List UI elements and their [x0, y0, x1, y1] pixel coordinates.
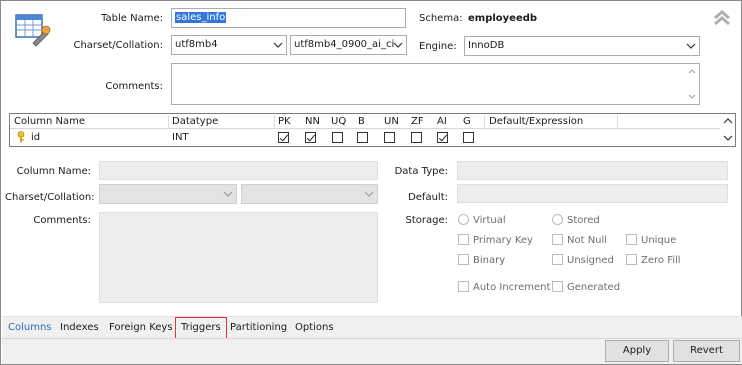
row-datatype: INT — [172, 132, 189, 143]
header-column-name: Column Name — [14, 116, 85, 127]
un-checkbox[interactable] — [384, 132, 395, 143]
header-default-expression: Default/Expression — [489, 116, 584, 127]
zero-fill-checkbox[interactable] — [626, 254, 637, 265]
header-g: G — [463, 116, 471, 127]
columns-grid[interactable]: Column Name Datatype PK NN UQ B UN ZF AI… — [9, 113, 736, 147]
table-name-value: sales_info — [175, 12, 227, 23]
engine-value: InnoDB — [468, 40, 505, 51]
table-name-label: Table Name: — [101, 13, 163, 24]
column-charset-label: Charset/Collation: — [5, 192, 95, 203]
auto-increment-label: Auto Increment — [473, 282, 551, 293]
column-comments-label: Comments: — [33, 215, 91, 226]
header-divider — [617, 115, 618, 128]
collation-value: utf8mb4_0900_ai_ci — [294, 39, 395, 50]
zero-fill-label: Zero Fill — [641, 255, 681, 266]
storage-label: Storage: — [405, 215, 449, 226]
header-un: UN — [384, 116, 399, 127]
uq-checkbox[interactable] — [332, 132, 343, 143]
nn-checkbox[interactable] — [305, 132, 316, 143]
column-comments-textarea[interactable] — [99, 212, 378, 303]
collation-select[interactable]: utf8mb4_0900_ai_ci — [290, 35, 407, 55]
revert-button[interactable]: Revert — [673, 340, 740, 362]
generated-label: Generated — [567, 282, 621, 293]
b-checkbox[interactable] — [357, 132, 368, 143]
primary-key-icon — [16, 131, 26, 143]
table-row[interactable]: id INT — [10, 130, 720, 146]
table-name-input[interactable]: sales_info — [171, 8, 406, 28]
tab-triggers[interactable]: Triggers — [175, 317, 227, 339]
not-null-checkbox[interactable] — [552, 234, 563, 245]
schema-label: Schema: — [419, 13, 463, 24]
chevron-down-icon — [273, 42, 283, 48]
binary-label: Binary — [473, 255, 506, 266]
storage-virtual-label: Virtual — [473, 215, 506, 226]
tab-indexes[interactable]: Indexes — [60, 319, 99, 339]
charset-collation-label: Charset/Collation: — [73, 40, 163, 51]
collapse-chevron-icon[interactable] — [712, 9, 732, 27]
apply-button[interactable]: Apply — [605, 340, 669, 362]
binary-checkbox[interactable] — [458, 254, 469, 265]
chevron-down-icon — [393, 42, 403, 48]
data-type-input[interactable] — [457, 161, 728, 180]
column-name-input[interactable] — [99, 161, 378, 180]
header-divider — [274, 115, 275, 128]
charset-select[interactable]: utf8mb4 — [171, 35, 287, 55]
zf-checkbox[interactable] — [411, 132, 422, 143]
default-label: Default: — [408, 192, 448, 203]
header-b: B — [358, 116, 365, 127]
data-type-label: Data Type: — [394, 166, 448, 177]
storage-stored-label: Stored — [567, 215, 600, 226]
header-pk: PK — [278, 116, 291, 127]
grid-scrollbar[interactable] — [721, 114, 735, 146]
tab-foreign-keys[interactable]: Foreign Keys — [109, 319, 173, 339]
default-input[interactable] — [457, 184, 728, 203]
header-zf: ZF — [411, 116, 424, 127]
comments-scrollbar[interactable] — [685, 64, 699, 104]
not-null-label: Not Null — [567, 235, 608, 246]
header-datatype: Datatype — [172, 116, 219, 127]
unsigned-checkbox[interactable] — [552, 254, 563, 265]
header-divider — [168, 115, 169, 128]
columns-grid-header: Column Name Datatype PK NN UQ B UN ZF AI… — [10, 114, 720, 129]
table-comments-textarea[interactable] — [171, 63, 700, 105]
tab-columns[interactable]: Columns — [8, 319, 52, 339]
generated-checkbox[interactable] — [552, 281, 563, 292]
schema-value: employeedb — [468, 13, 538, 24]
charset-value: utf8mb4 — [175, 39, 218, 50]
chevron-down-icon — [223, 191, 233, 197]
engine-label: Engine: — [419, 41, 457, 52]
header-nn: NN — [305, 116, 320, 127]
auto-increment-checkbox[interactable] — [458, 281, 469, 292]
table-comments-label: Comments: — [105, 81, 163, 92]
chevron-down-icon — [364, 191, 374, 197]
pk-checkbox[interactable] — [278, 132, 289, 143]
table-editor-icon — [15, 11, 51, 47]
chevron-down-icon — [686, 43, 696, 49]
storage-stored-radio[interactable] — [552, 214, 563, 225]
header-divider — [484, 115, 485, 128]
tab-partitioning[interactable]: Partitioning — [230, 319, 287, 339]
unique-checkbox[interactable] — [626, 234, 637, 245]
primary-key-checkbox[interactable] — [458, 234, 469, 245]
column-charset-select[interactable] — [99, 184, 237, 204]
storage-virtual-radio[interactable] — [458, 214, 469, 225]
primary-key-label: Primary Key — [473, 235, 533, 246]
row-column-name: id — [31, 132, 41, 143]
column-name-label: Column Name: — [16, 166, 91, 177]
column-collation-select[interactable] — [241, 184, 378, 204]
unsigned-label: Unsigned — [567, 255, 614, 266]
unique-label: Unique — [641, 235, 677, 246]
header-uq: UQ — [331, 116, 347, 127]
g-checkbox[interactable] — [463, 132, 474, 143]
header-ai: AI — [437, 116, 447, 127]
table-editor-window: Table Name: sales_info Schema: employeed… — [0, 0, 742, 365]
engine-select[interactable]: InnoDB — [464, 36, 700, 56]
tab-options[interactable]: Options — [295, 319, 334, 339]
ai-checkbox[interactable] — [437, 132, 448, 143]
